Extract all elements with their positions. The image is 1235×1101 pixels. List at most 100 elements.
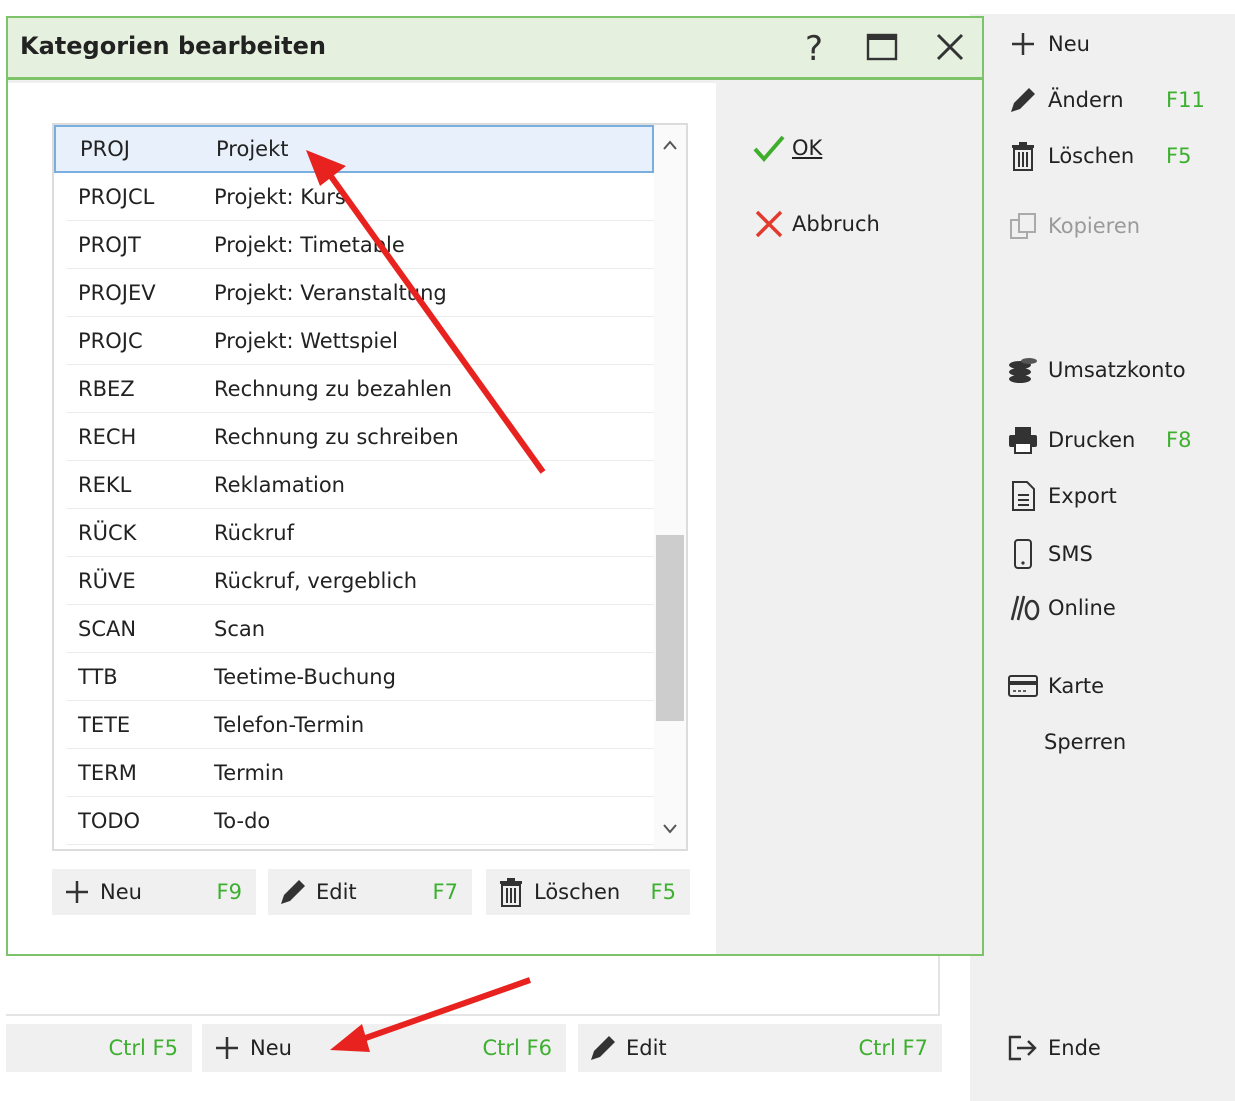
sidebar-delete-shortcut: F5	[1166, 144, 1192, 168]
category-row[interactable]: RÜCK Rückruf	[54, 509, 654, 557]
sidebar-change-button[interactable]: Ändern	[1006, 80, 1124, 120]
trash-icon	[1006, 139, 1040, 173]
category-row[interactable]: PROJT Projekt: Timetable	[54, 221, 654, 269]
sidebar-card-label: Karte	[1048, 674, 1105, 698]
list-new-label: Neu	[100, 880, 142, 904]
sidebar-print-button[interactable]: Drucken	[1006, 420, 1135, 460]
bottom-new-label: Neu	[250, 1036, 292, 1060]
sidebar-copy-label: Kopieren	[1048, 214, 1141, 238]
categories-dialog: Kategorien bearbeiten ? PROJ Projekt PROJC…	[6, 16, 984, 956]
category-code: RBEZ	[78, 377, 135, 401]
category-row[interactable]: RÜVE Rückruf, vergeblich	[54, 557, 654, 605]
scroll-thumb[interactable]	[656, 535, 684, 721]
category-name: Projekt: Wettspiel	[214, 329, 398, 353]
category-name: Projekt	[216, 137, 289, 161]
category-row[interactable]: PROJ Projekt	[54, 125, 654, 173]
help-button[interactable]: ?	[792, 28, 836, 70]
sidebar-delete-button[interactable]: Löschen	[1006, 136, 1134, 176]
coins-icon	[1006, 353, 1040, 387]
sidebar-sms-label: SMS	[1048, 542, 1093, 566]
bottom-new-button[interactable]: Neu Ctrl F6	[202, 1024, 566, 1072]
checkmark-icon	[752, 131, 786, 165]
printer-icon	[1006, 423, 1040, 457]
close-icon	[935, 32, 965, 66]
bottom-edit-button[interactable]: Edit Ctrl F7	[578, 1024, 942, 1072]
sidebar-account-button[interactable]: Umsatzkonto	[1006, 350, 1186, 390]
online-logo-icon	[1006, 591, 1040, 625]
category-row[interactable]: PROJEV Projekt: Veranstaltung	[54, 269, 654, 317]
sidebar-print-shortcut: F8	[1166, 428, 1192, 452]
list-edit-shortcut: F7	[432, 880, 458, 904]
category-code: PROJC	[78, 329, 143, 353]
sidebar-end-button[interactable]: Ende	[1006, 1028, 1101, 1068]
category-code: TERM	[78, 761, 137, 785]
sidebar-export-button[interactable]: Export	[1006, 476, 1117, 516]
maximize-icon	[866, 33, 898, 65]
sidebar-copy-button[interactable]: Kopieren	[1006, 206, 1140, 246]
sidebar-card-button[interactable]: Karte	[1006, 666, 1104, 706]
category-name: Rechnung zu schreiben	[214, 425, 459, 449]
category-code: SCAN	[78, 617, 137, 641]
close-button[interactable]	[928, 28, 972, 70]
dialog-titlebar: Kategorien bearbeiten ?	[8, 18, 982, 80]
list-new-button[interactable]: Neu F9	[52, 869, 256, 915]
category-row[interactable]: REKL Reklamation	[54, 461, 654, 509]
category-name: Telefon-Termin	[214, 713, 365, 737]
sidebar-new-button[interactable]: Neu	[1006, 24, 1090, 64]
category-code: PROJCL	[78, 185, 155, 209]
category-code: RECH	[78, 425, 137, 449]
category-code: PROJT	[78, 233, 141, 257]
category-row[interactable]: TTB Teetime-Buchung	[54, 653, 654, 701]
category-row[interactable]: PROJCL Projekt: Kurs	[54, 173, 654, 221]
sidebar-sms-button[interactable]: SMS	[1006, 534, 1093, 574]
bottom-key-3: Ctrl F7	[858, 1036, 928, 1060]
category-list[interactable]: PROJ Projekt PROJCL Projekt: Kurs PROJT Proje…	[52, 123, 688, 851]
ok-label: OK	[792, 136, 823, 160]
sidebar-online-button[interactable]: Online	[1006, 588, 1116, 628]
sidebar-change-shortcut: F11	[1166, 88, 1205, 112]
category-code: RÜCK	[78, 521, 137, 545]
category-row[interactable]: PROJC Projekt: Wettspiel	[54, 317, 654, 365]
list-edit-label: Edit	[316, 880, 357, 904]
bottom-button-1[interactable]: Ctrl F5	[6, 1024, 192, 1072]
sidebar-end-label: Ende	[1048, 1036, 1101, 1060]
bottom-key-2: Ctrl F6	[482, 1036, 552, 1060]
category-name: Projekt: Kurs	[214, 185, 346, 209]
dialog-content: PROJ Projekt PROJCL Projekt: Kurs PROJT Proje…	[8, 83, 716, 954]
pencil-icon	[1006, 83, 1040, 117]
list-delete-button[interactable]: Löschen F5	[486, 869, 690, 915]
copy-icon	[1006, 209, 1040, 243]
category-code: TODO	[78, 809, 141, 833]
sidebar-export-label: Export	[1048, 484, 1117, 508]
category-row[interactable]: SCAN Scan	[54, 605, 654, 653]
category-name: Rechnung zu bezahlen	[214, 377, 452, 401]
sidebar-account-label: Umsatzkonto	[1048, 358, 1186, 382]
plus-icon	[210, 1031, 244, 1065]
list-scrollbar[interactable]	[654, 125, 686, 849]
sidebar-print-label: Drucken	[1048, 428, 1136, 452]
list-edit-button[interactable]: Edit F7	[268, 869, 472, 915]
ok-button[interactable]: OK	[752, 128, 822, 168]
pencil-icon	[586, 1031, 620, 1065]
category-row[interactable]: TETE Telefon-Termin	[54, 701, 654, 749]
sidebar-online-label: Online	[1048, 596, 1116, 620]
category-code: PROJ	[80, 137, 130, 161]
trash-icon	[494, 875, 528, 909]
category-row[interactable]: RBEZ Rechnung zu bezahlen	[54, 365, 654, 413]
category-code: TETE	[78, 713, 131, 737]
maximize-button[interactable]	[860, 28, 904, 70]
list-delete-label: Löschen	[534, 880, 621, 904]
category-row[interactable]: TODO To-do	[54, 797, 654, 845]
category-code: TTB	[78, 665, 118, 689]
document-icon	[1006, 479, 1040, 513]
cancel-button[interactable]: Abbruch	[752, 204, 880, 244]
scroll-up-icon[interactable]	[654, 131, 686, 159]
cross-icon	[752, 207, 786, 241]
pencil-icon	[276, 875, 310, 909]
scroll-down-icon[interactable]	[654, 815, 686, 843]
category-row[interactable]: RECH Rechnung zu schreiben	[54, 413, 654, 461]
category-row[interactable]: TERM Termin	[54, 749, 654, 797]
sidebar-lock-button[interactable]: Sperren	[1044, 722, 1126, 762]
bottom-edit-label: Edit	[626, 1036, 667, 1060]
sidebar-change-label: Ändern	[1048, 88, 1124, 112]
